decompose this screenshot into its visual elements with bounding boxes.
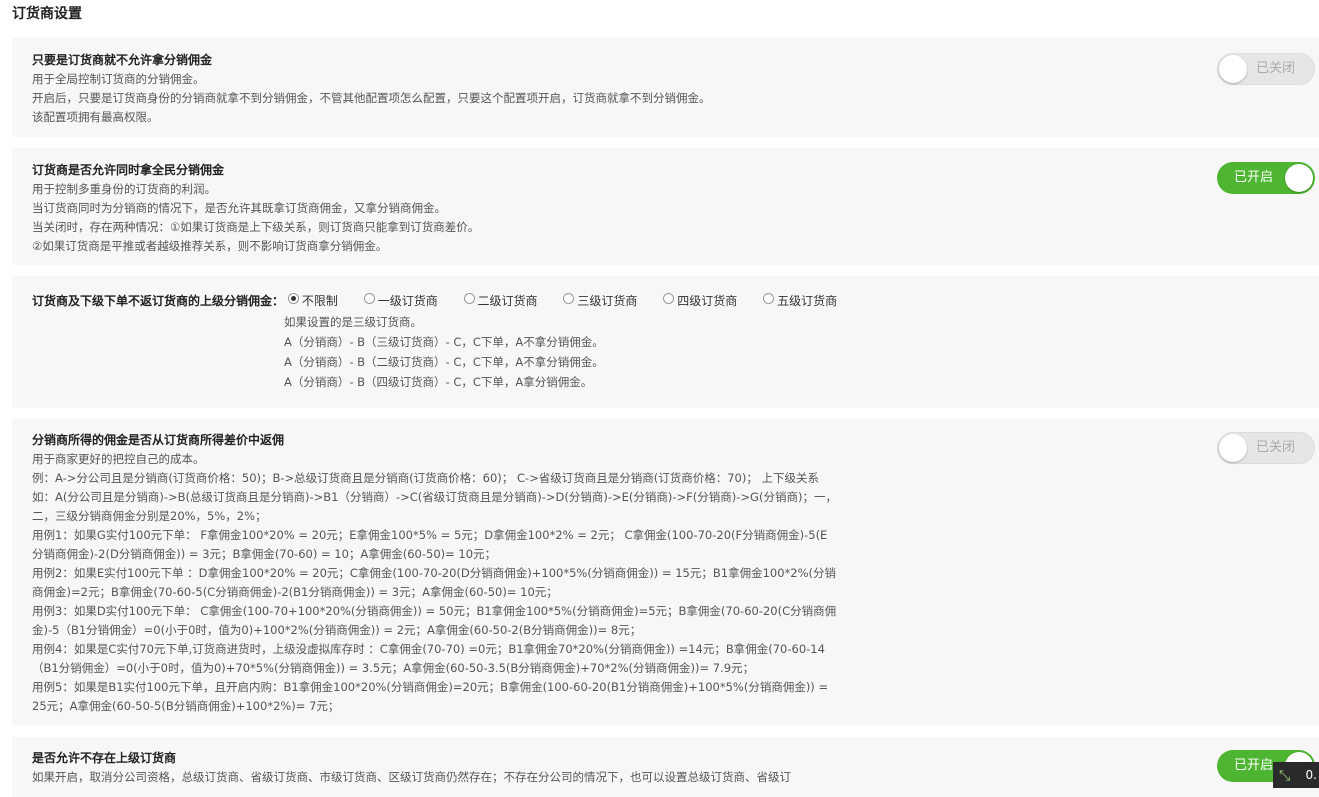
toggle-rebate[interactable]: 已关闭 (1217, 432, 1315, 464)
radio-group-label: 订货商及下级下单不返订货商的上级分销佣金： (32, 294, 285, 308)
toggle-knob (1285, 164, 1313, 192)
radio-dot[interactable] (287, 293, 299, 304)
page-title: 订货商设置 (12, 6, 82, 22)
example-paragraph: 例：A->分公司且是分销商(订货商价格：50)；B->总级订货商且是分销商(订货… (32, 471, 837, 523)
toggle-label: 已开启 (1234, 170, 1274, 185)
radio-level-4[interactable]: 四级订货商 (663, 292, 737, 309)
resize-icon: ⤡ (1279, 768, 1291, 784)
radio-dot[interactable] (663, 293, 675, 304)
note-line: 如果设置的是三级订货商。 (284, 315, 422, 329)
note-line: A（分销商）- B（二级订货商）- C，C下单，A不拿分销佣金。 (284, 355, 604, 369)
radio-dot[interactable] (763, 293, 775, 304)
setting-card-allow-both: 订货商是否允许同时拿全民分销佣金 用于控制多重身份的订货商的利润。 当订货商同时… (12, 148, 1319, 265)
setting-desc: 当关闭时，存在两种情况：①如果订货商是上下级关系，则订货商只能拿到订货商差价。 (32, 220, 480, 234)
toggle-label: 已关闭 (1256, 440, 1296, 455)
setting-desc: 该配置项拥有最高权限。 (32, 110, 159, 124)
radio-level-5[interactable]: 五级订货商 (763, 292, 837, 309)
toggle-no-commission[interactable]: 已关闭 (1217, 53, 1315, 85)
setting-card-no-commission: 只要是订货商就不允许拿分销佣金 用于全局控制订货商的分销佣金。 开启后，只要是订… (12, 38, 1319, 137)
example-paragraph: 用例2：如果E实付100元下单 ：D拿佣金100*20% = 20元；C拿佣金(… (32, 566, 836, 599)
example-paragraph: 用例4：如果是C实付70元下单,订货商进货时，上级没虚拟库存时 ：C拿佣金(70… (32, 642, 825, 675)
setting-desc: ②如果订货商是平推或者越级推荐关系，则不影响订货商拿分销佣金。 (32, 239, 388, 253)
radio-label: 不限制 (301, 294, 338, 308)
radio-notes: 如果设置的是三级订货商。 A（分销商）- B（三级订货商）- C，C下单，A不拿… (284, 312, 604, 392)
radio-level-3[interactable]: 三级订货商 (563, 292, 637, 309)
setting-desc: 用于控制多重身份的订货商的利润。 (32, 182, 216, 196)
level-radio-group: 订货商及下级下单不返订货商的上级分销佣金： 不限制 一级订货商 二级订货商 三级… (32, 292, 859, 309)
setting-desc: 当订货商同时为分销商的情况下，是否允许其既拿订货商佣金，又拿分销商佣金。 (32, 201, 446, 215)
toggle-knob (1219, 434, 1247, 462)
radio-label: 三级订货商 (577, 294, 638, 308)
setting-title: 是否允许不存在上级订货商 (32, 751, 177, 765)
toggle-label: 已关闭 (1256, 61, 1296, 76)
toggle-knob (1219, 55, 1247, 83)
radio-dot[interactable] (463, 293, 475, 304)
radio-dot[interactable] (563, 293, 575, 304)
toggle-label: 已开启 (1234, 758, 1274, 773)
example-paragraph: 用例5：如果是B1实付100元下单，且开启内购：B1拿佣金100*20%(分销商… (32, 680, 829, 713)
radio-level-1[interactable]: 一级订货商 (363, 292, 438, 309)
setting-title: 只要是订货商就不允许拿分销佣金 (32, 53, 213, 67)
setting-desc: 开启后，只要是订货商身份的分销商就拿不到分销佣金，不管其他配置项怎么配置，只要这… (32, 91, 711, 105)
note-line: A（分销商）- B（三级订货商）- C，C下单，A不拿分销佣金。 (284, 335, 604, 349)
example-paragraph: 用例1：如果G实付100元下单： F拿佣金100*20% = 20元；E拿佣金1… (32, 528, 828, 561)
radio-label: 一级订货商 (377, 294, 438, 308)
toggle-allow-both[interactable]: 已开启 (1217, 162, 1315, 194)
setting-title: 分销商所得的佣金是否从订货商所得差价中返佣 (32, 433, 285, 447)
radio-label: 二级订货商 (477, 294, 538, 308)
radio-level-2[interactable]: 二级订货商 (463, 292, 538, 309)
setting-desc: 用于全局控制订货商的分销佣金。 (32, 72, 205, 86)
setting-card-no-superior: 是否允许不存在上级订货商 如果开启，取消分公司资格，总级订货商、省级订货商、市级… (12, 737, 1319, 797)
setting-desc: 如果开启，取消分公司资格，总级订货商、省级订货商、市级订货商、区级订货商仍然存在… (32, 770, 791, 784)
example-paragraph: 用例3：如果D实付100元下单： C拿佣金(100-70+100*20%(分销商… (32, 604, 837, 637)
setting-desc: 用于商家更好的把控自己的成本。 (32, 452, 205, 466)
radio-label: 四级订货商 (677, 294, 738, 308)
corner-text: 0. (1305, 768, 1317, 782)
setting-card-level-limit: 订货商及下级下单不返订货商的上级分销佣金： 不限制 一级订货商 二级订货商 三级… (12, 276, 1319, 408)
radio-dot[interactable] (363, 293, 375, 304)
note-line: A（分销商）- B（四级订货商）- C，C下单，A拿分销佣金。 (284, 375, 593, 389)
setting-card-rebate: 分销商所得的佣金是否从订货商所得差价中返佣 用于商家更好的把控自己的成本。 例：… (12, 419, 1319, 725)
setting-title: 订货商是否允许同时拿全民分销佣金 (32, 163, 225, 177)
radio-label: 五级订货商 (777, 294, 838, 308)
radio-unlimited[interactable]: 不限制 (287, 292, 338, 309)
